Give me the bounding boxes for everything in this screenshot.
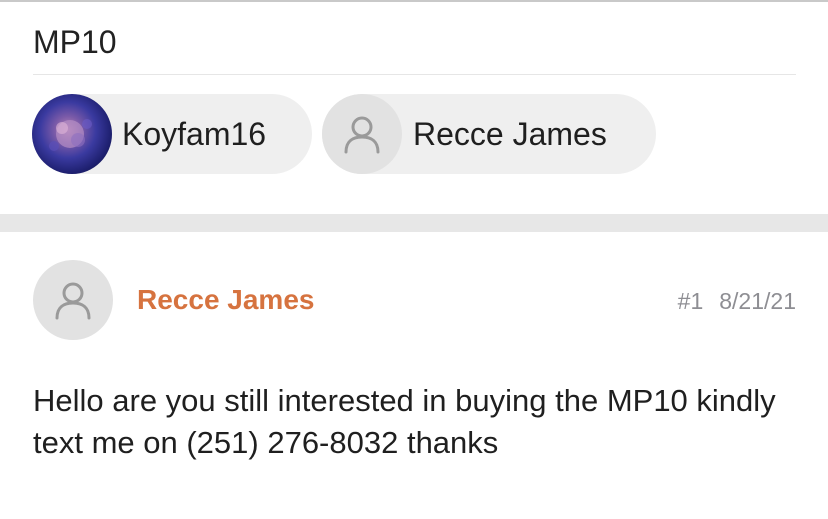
user-icon [344,116,380,154]
participant-chip-recce-james[interactable]: Recce James [322,94,656,174]
participant-avatar-default [322,94,402,174]
top-divider [0,0,828,2]
message-body: Hello are you still interested in buying… [33,383,776,460]
participant-name: Recce James [413,115,607,152]
title-divider [33,74,796,75]
participant-name: Koyfam16 [122,115,267,152]
message-author-avatar[interactable] [33,260,113,340]
section-divider [0,214,828,232]
participant-avatar-photo [32,94,112,174]
conversation-title: MP10 [33,24,117,60]
user-icon [55,282,91,320]
message-author-name[interactable]: Recce James [137,283,314,317]
participant-chip-koyfam16[interactable]: Koyfam16 [32,94,312,174]
message-number[interactable]: #1 [678,288,704,314]
message-meta: #1 8/21/21 [678,287,796,315]
message-date: 8/21/21 [719,288,796,314]
coral-photo-icon [49,119,92,151]
